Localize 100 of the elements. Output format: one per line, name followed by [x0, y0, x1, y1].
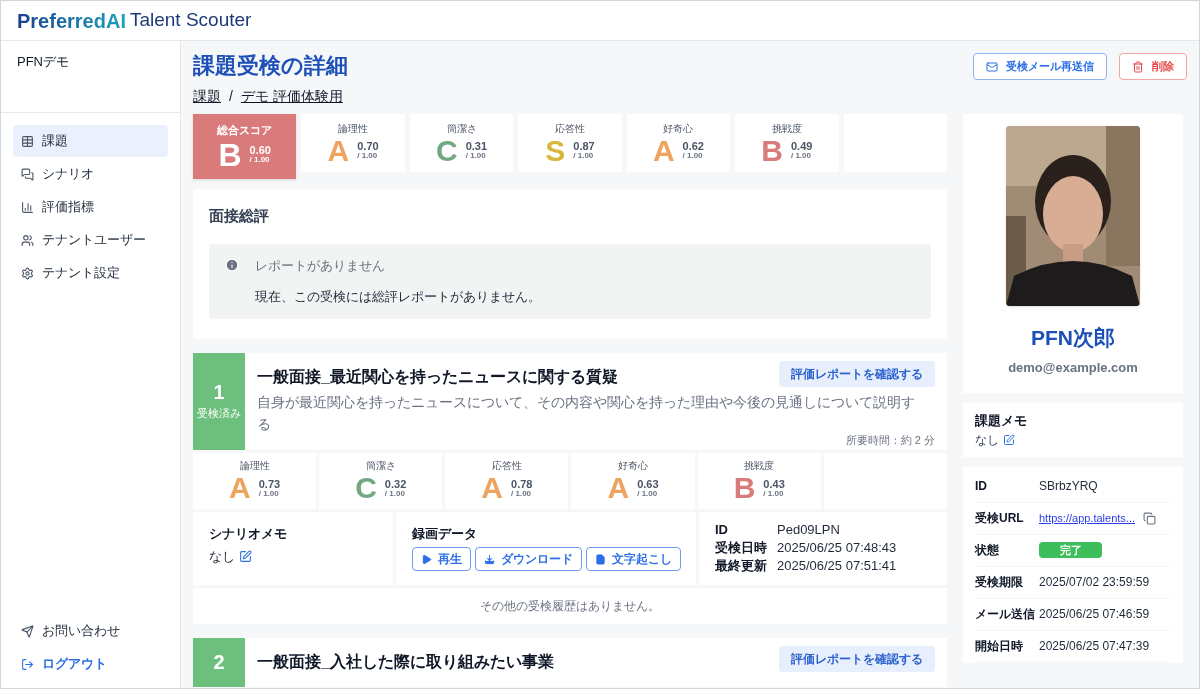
memo-value: なし: [209, 548, 235, 566]
view-report-button[interactable]: 評価レポートを確認する: [779, 360, 935, 387]
sidebar-item[interactable]: テナントユーザー: [13, 224, 168, 256]
score-value: 0.49: [790, 141, 813, 152]
scenario-description: 自身が最近関心を持ったニュースについて、その内容や関心を持った理由や今後の見通しについて説明する: [257, 392, 916, 434]
overall-max: / 1.00: [249, 156, 271, 165]
meta-label: ID: [715, 521, 729, 539]
metric-label: 応答性: [555, 121, 585, 136]
candidate-name: PFN次郎: [1031, 325, 1115, 351]
score-max: / 1.00: [511, 489, 533, 498]
score-max: / 1.00: [465, 152, 487, 160]
grade-letter: B: [733, 473, 756, 503]
grade-letter: A: [652, 135, 675, 166]
duration-text: 所要時間：約 2 分: [845, 434, 935, 446]
meta-value: Ped09LPN: [777, 521, 840, 539]
score-value: 0.43: [763, 478, 785, 490]
recording-button[interactable]: 再生: [412, 547, 471, 571]
score-max: / 1.00: [573, 152, 595, 160]
info-label: 開始日時: [975, 638, 1024, 655]
info-value: 2025/06/25 07:46:59: [1039, 606, 1150, 623]
meta-label: 受検日時: [715, 539, 768, 557]
info-label: メール送信: [975, 606, 1036, 623]
score-value: 0.63: [637, 478, 659, 490]
score-value: 0.62: [682, 141, 704, 152]
score-max: / 1.00: [357, 152, 379, 160]
info-value: SBrbzYRQ: [1039, 478, 1098, 495]
metric-label: 簡潔さ: [446, 121, 477, 136]
candidate-email: demo@example.com: [1008, 358, 1138, 377]
metric-label: 論理性: [239, 459, 270, 473]
meta-value: 2025/06/25 07:51:41: [777, 557, 897, 575]
recording-button[interactable]: 文字起こし: [586, 547, 681, 571]
sidebar-item[interactable]: 課題: [13, 125, 168, 157]
mail-icon: [986, 60, 998, 73]
score-max: / 1.00: [384, 489, 406, 498]
sidebar-link[interactable]: お問い合わせ: [13, 615, 168, 647]
breadcrumb-link[interactable]: 課題: [193, 86, 221, 107]
grade-letter: C: [436, 135, 458, 166]
summary-title: 面接総評: [209, 206, 270, 226]
notice-title: レポートがありません: [255, 256, 385, 275]
info-icon: [225, 258, 239, 273]
resend-mail-button[interactable]: 受検メール再送信: [973, 53, 1107, 80]
copy-icon[interactable]: [1143, 511, 1156, 525]
score-value: 0.32: [384, 478, 407, 490]
score-value: 0.87: [573, 141, 595, 152]
delete-button[interactable]: 削除: [1119, 53, 1187, 80]
recording-button[interactable]: ダウンロード: [475, 547, 582, 571]
score-value: 0.78: [511, 478, 533, 490]
grade-letter: A: [607, 473, 630, 503]
exam-url-link[interactable]: https://app.talents...: [1039, 509, 1135, 527]
score-max: / 1.00: [790, 152, 812, 160]
history-note: その他の受検履歴はありません。: [480, 597, 660, 615]
meta-label: 最終更新: [715, 557, 768, 575]
page-title: 課題受検の詳細: [193, 52, 348, 80]
breadcrumb-link[interactable]: デモ 評価体験用: [240, 86, 343, 107]
grade-letter: A: [481, 473, 504, 503]
metric-label: 応答性: [491, 459, 522, 473]
breadcrumb-separator: /: [229, 87, 233, 106]
overall-grade: B: [218, 138, 242, 171]
grade-letter: C: [355, 473, 377, 503]
sidebar-item[interactable]: 評価指標: [13, 191, 168, 223]
score-value: 0.70: [357, 141, 379, 152]
grade-letter: A: [327, 135, 350, 166]
tenant-name: PFNデモ: [17, 54, 69, 69]
scenario-status: 受検済み: [197, 406, 241, 422]
logout-icon: [21, 657, 34, 671]
info-label: 状態: [975, 542, 1000, 559]
info-value: 2025/06/25 07:47:39: [1039, 638, 1150, 655]
download-icon: [484, 553, 495, 565]
metric-label: 挑戦度: [771, 121, 802, 136]
score-max: / 1.00: [258, 489, 280, 498]
edit-icon[interactable]: [239, 550, 252, 564]
metric-label: 簡潔さ: [365, 459, 396, 473]
settings-icon: [21, 266, 34, 280]
sidebar-item[interactable]: シナリオ: [13, 158, 168, 190]
score-value: 0.73: [258, 478, 281, 490]
recording-label: 録画データ: [412, 524, 478, 543]
info-value: 2025/07/02 23:59:59: [1039, 574, 1150, 591]
sidebar-item[interactable]: テナント設定: [13, 257, 168, 289]
meta-value: 2025/06/25 07:48:43: [777, 539, 897, 557]
users-icon: [21, 233, 34, 247]
info-label: 受検URL: [975, 510, 1025, 527]
scenario-number: 1: [213, 380, 225, 406]
score-max: / 1.00: [682, 152, 704, 160]
play-icon: [421, 553, 432, 565]
memo-label: シナリオメモ: [209, 524, 288, 543]
info-label: 受検期限: [975, 574, 1024, 591]
score-value: 0.31: [465, 141, 488, 152]
scenario-title: 一般面接_入社した際に取り組みたい事業: [257, 651, 554, 672]
scenario-title: 一般面接_最近関心を持ったニュースに関する質疑: [257, 366, 618, 387]
view-report-button[interactable]: 評価レポートを確認する: [779, 645, 935, 672]
sidebar-link[interactable]: ログアウト: [13, 648, 168, 680]
status-badge: 完了: [1039, 541, 1102, 559]
metric-label: 好奇心: [663, 121, 694, 136]
memo-title: 課題メモ: [975, 412, 1028, 430]
info-label: ID: [975, 478, 988, 495]
metric-label: 挑戦度: [744, 459, 775, 473]
grade-letter: S: [545, 135, 566, 166]
overall-label: 総合スコア: [217, 123, 273, 139]
overall-score: 0.60: [249, 145, 271, 157]
edit-icon[interactable]: [1003, 433, 1015, 446]
